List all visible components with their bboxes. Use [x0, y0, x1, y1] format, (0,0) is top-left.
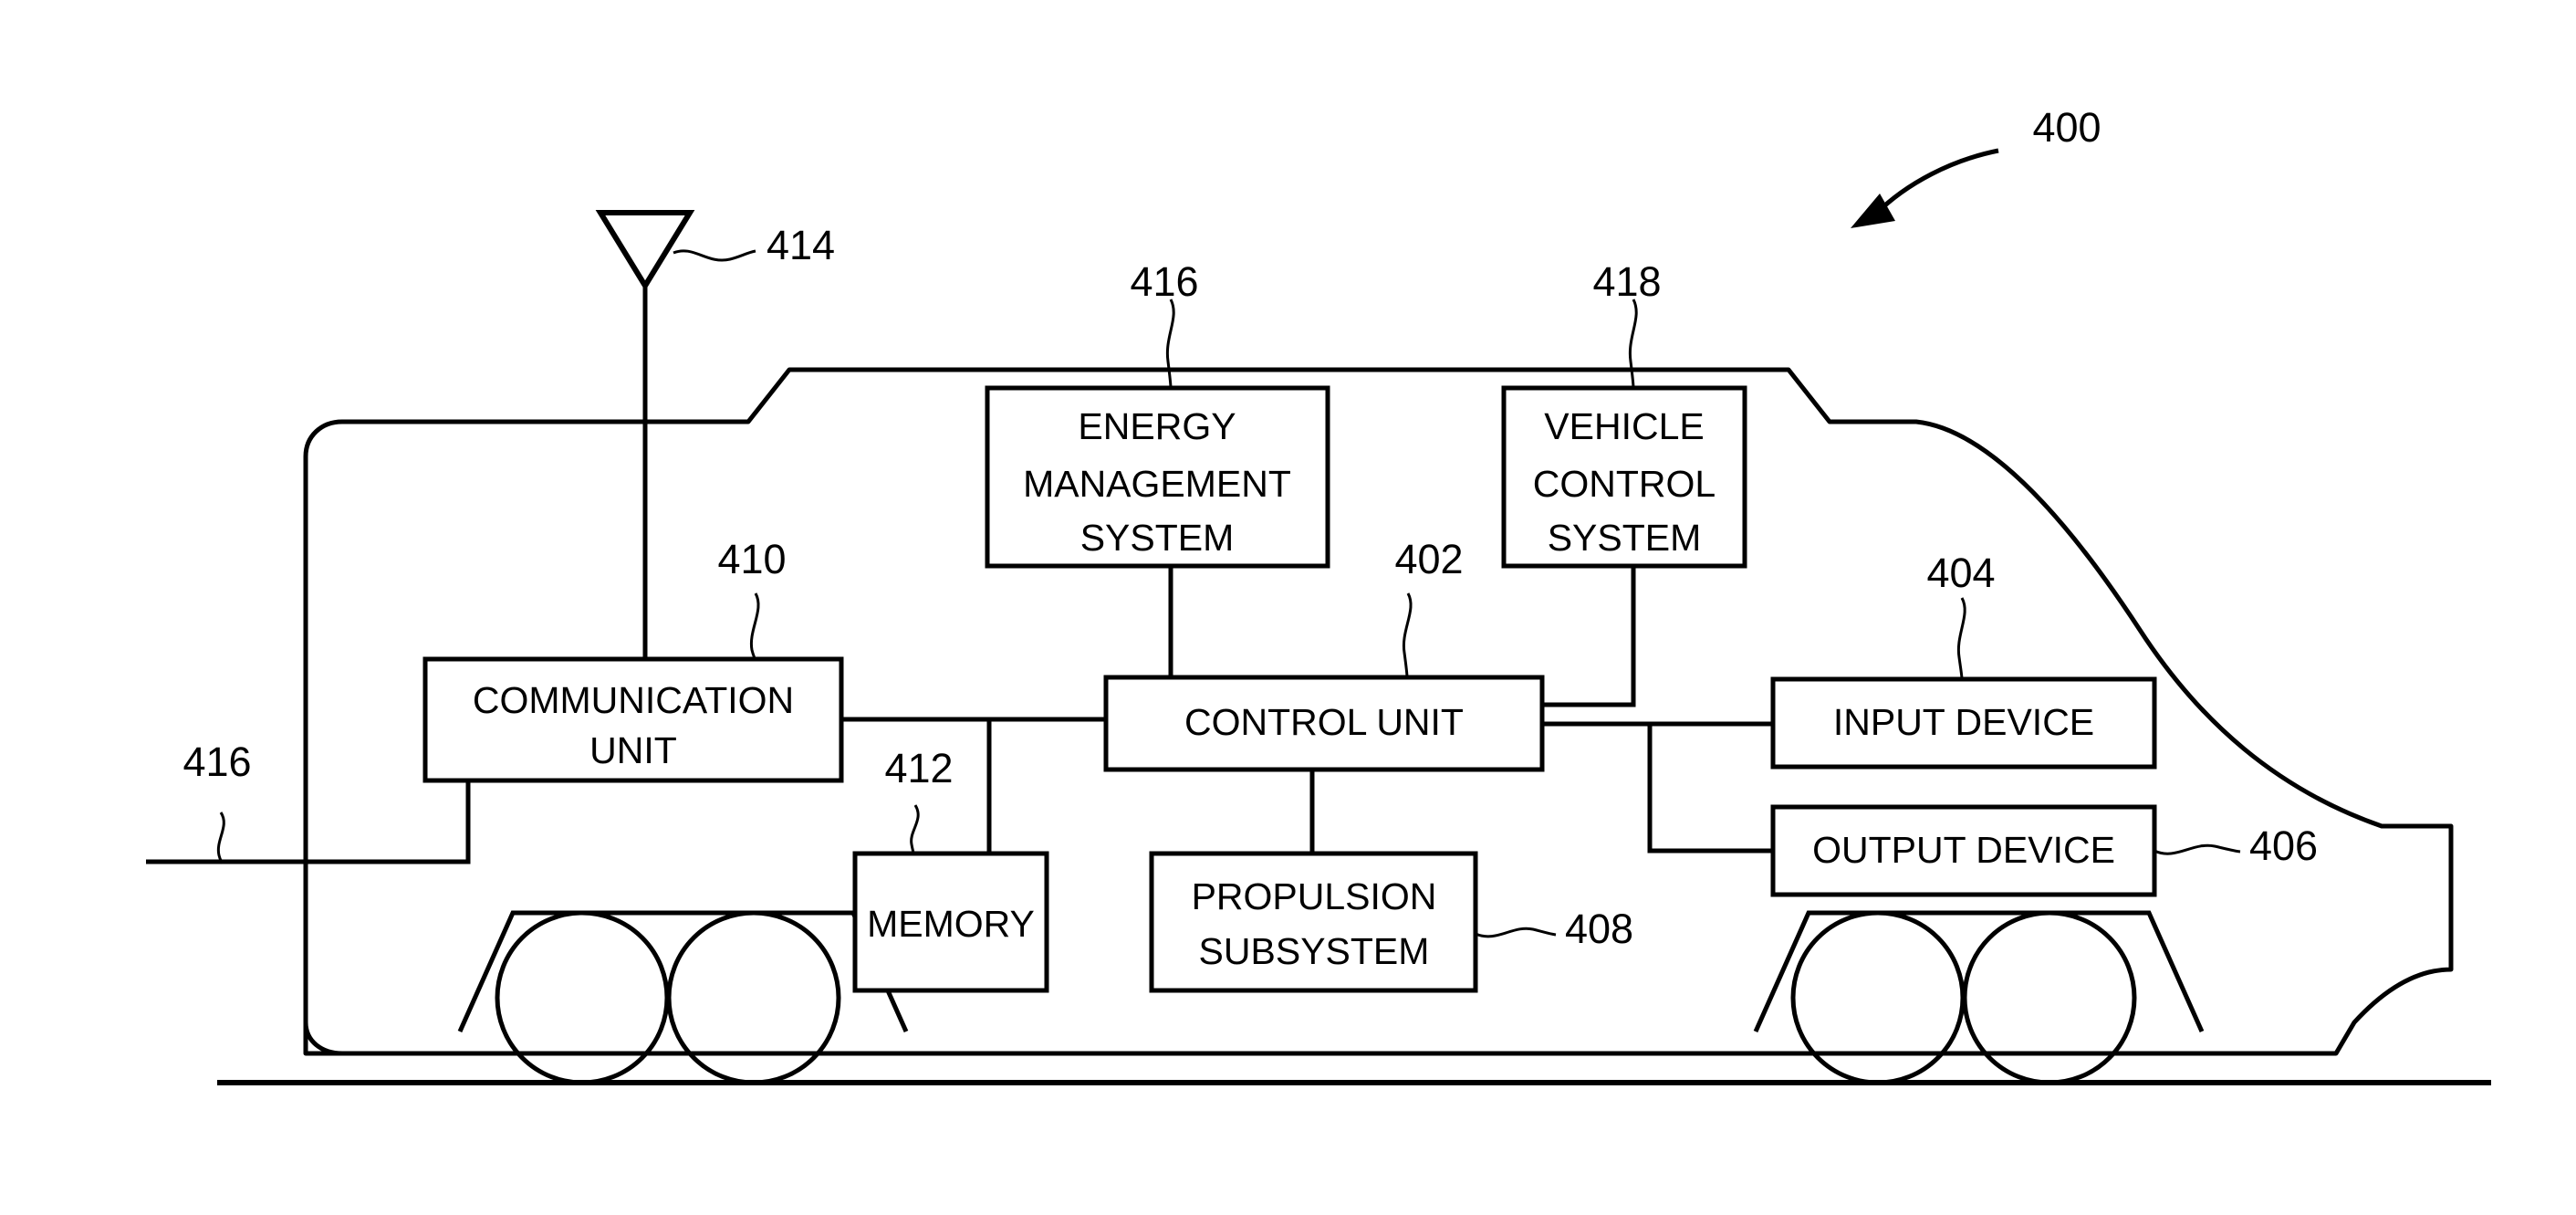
communication-unit-ref-lead [751, 593, 758, 659]
block-vehicle-control-system[interactable]: VEHICLE CONTROL SYSTEM 418 [1504, 258, 1745, 566]
network-ref-lead [218, 812, 224, 864]
network-ref-label: 416 [183, 738, 251, 785]
network-reference-416: 416 [183, 738, 252, 864]
bogie-front [1756, 913, 2202, 1083]
wheel-icon [497, 913, 667, 1083]
control-unit-ref-lead [1403, 593, 1411, 677]
antenna-icon [600, 213, 690, 286]
vehicle-control-system-label-line1: VEHICLE [1544, 405, 1704, 447]
memory-ref-label: 412 [884, 745, 953, 791]
memory-ref-lead [912, 805, 919, 854]
figure-ref-label: 400 [2032, 104, 2101, 151]
antenna-ref-label: 414 [767, 222, 835, 268]
vehicle-control-system-label-line2: CONTROL [1533, 463, 1716, 505]
input-device-ref-label: 404 [1926, 550, 1995, 596]
propulsion-subsystem-ref-lead [1476, 928, 1556, 937]
energy-management-system-ref-lead [1167, 299, 1173, 388]
energy-management-system-label-line3: SYSTEM [1080, 517, 1235, 559]
output-device-label: OUTPUT DEVICE [1812, 829, 2115, 871]
vehicle-control-system-ref-lead [1630, 299, 1636, 388]
propulsion-subsystem-label-line2: SUBSYSTEM [1199, 930, 1430, 972]
input-device-label: INPUT DEVICE [1833, 701, 2094, 743]
input-device-ref-lead [1958, 598, 1965, 679]
block-output-device[interactable]: OUTPUT DEVICE 406 [1773, 807, 2318, 895]
control-unit-ref-label: 402 [1394, 536, 1463, 582]
antenna-ref-lead [673, 251, 756, 260]
energy-management-system-label-line2: MANAGEMENT [1023, 463, 1291, 505]
block-propulsion-subsystem[interactable]: PROPULSION SUBSYSTEM 408 [1152, 854, 1633, 990]
conn-vcs-to-control-unit [1542, 566, 1633, 705]
energy-management-system-ref-label: 416 [1130, 258, 1198, 305]
block-input-device[interactable]: INPUT DEVICE 404 [1773, 550, 2154, 767]
curved-arrow-head-icon [1851, 194, 1895, 228]
conn-control-unit-to-output-device [1650, 724, 1773, 851]
vehicle-control-system-label-line3: SYSTEM [1548, 517, 1702, 559]
communication-unit-ref-label: 410 [717, 536, 786, 582]
propulsion-subsystem-ref-label: 408 [1565, 906, 1633, 952]
energy-management-system-label-line1: ENERGY [1078, 405, 1236, 447]
diagram-canvas: 400 414 416 ENERGY MANAGEMENT SYSTEM 416… [0, 104, 2576, 1215]
figure-reference-400: 400 [1851, 104, 2101, 228]
curved-arrow-icon [1875, 151, 1998, 215]
antenna-assembly: 414 [600, 213, 835, 659]
block-communication-unit[interactable]: COMMUNICATION UNIT 410 [425, 536, 841, 780]
output-device-ref-lead [2154, 845, 2240, 854]
wheel-icon [1793, 913, 1963, 1083]
output-device-ref-label: 406 [2249, 822, 2318, 869]
patent-figure-400: 400 414 416 ENERGY MANAGEMENT SYSTEM 416… [0, 0, 2576, 1215]
propulsion-subsystem-label-line1: PROPULSION [1192, 875, 1437, 917]
vehicle-rear-bottom-corner [306, 1022, 342, 1053]
wheel-icon [669, 913, 839, 1083]
control-unit-label: CONTROL UNIT [1184, 701, 1464, 743]
block-energy-management-system[interactable]: ENERGY MANAGEMENT SYSTEM 416 [987, 258, 1328, 566]
communication-unit-label-line1: COMMUNICATION [473, 679, 794, 721]
block-memory[interactable]: MEMORY 412 [855, 745, 1047, 990]
communication-unit-label-line2: UNIT [589, 729, 677, 771]
memory-label: MEMORY [867, 903, 1035, 945]
vehicle-control-system-ref-label: 418 [1592, 258, 1661, 305]
bogie-rear [460, 913, 906, 1083]
wheel-icon [1965, 913, 2134, 1083]
